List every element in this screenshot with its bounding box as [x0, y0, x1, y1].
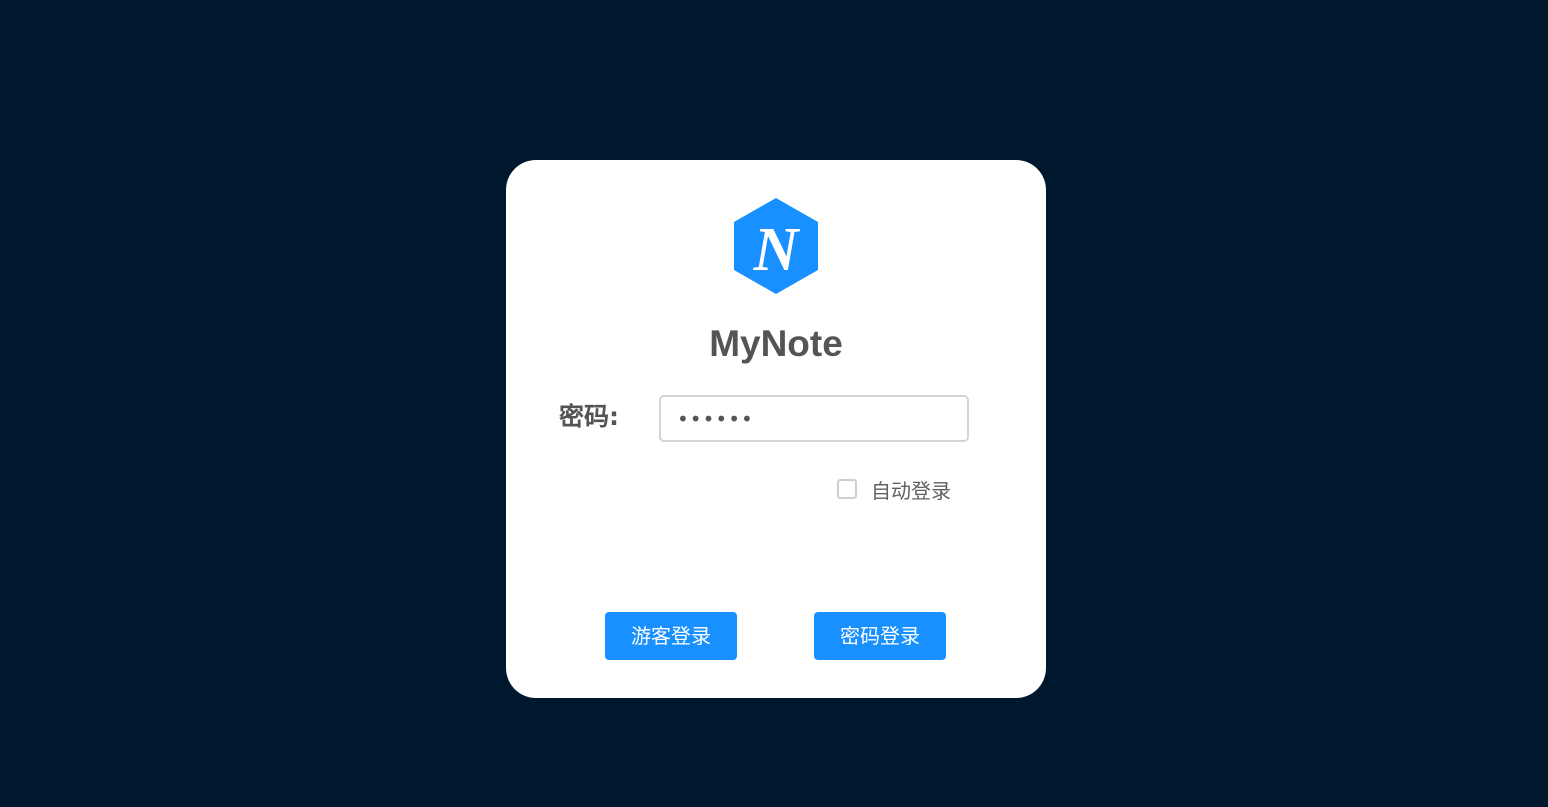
login-page: N MyNote 密码: 自动登录 游客登录 密码登录	[0, 0, 1548, 807]
guest-login-button[interactable]: 游客登录	[605, 612, 737, 660]
app-logo-icon: N	[733, 197, 819, 295]
app-title: MyNote	[709, 323, 843, 364]
auto-login-checkbox[interactable]	[837, 479, 857, 499]
password-label: 密码:	[559, 402, 619, 431]
logo-letter: N	[753, 216, 801, 284]
auto-login-label: 自动登录	[871, 478, 951, 503]
password-login-button[interactable]: 密码登录	[814, 612, 946, 660]
auto-login-option[interactable]: 自动登录	[837, 475, 951, 503]
login-card: N MyNote 密码: 自动登录 游客登录 密码登录	[506, 160, 1046, 698]
password-input[interactable]	[659, 395, 969, 442]
